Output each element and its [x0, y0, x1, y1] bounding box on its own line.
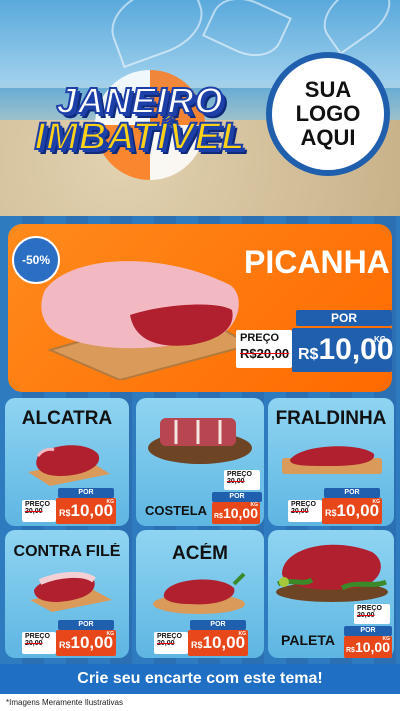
preco-label: PREÇO — [25, 501, 50, 508]
title-line-2: IMBATÍVEL — [34, 115, 246, 159]
unit-label: KG — [374, 335, 386, 344]
preco-box: PREÇO 20,00 — [224, 470, 260, 490]
alcatra-meat-icon — [28, 445, 110, 486]
unit-label: KG — [372, 499, 381, 505]
currency-label: R$ — [214, 513, 223, 520]
costela-meat-icon — [148, 418, 252, 464]
currency-label: R$ — [59, 640, 71, 650]
preco-box: PREÇO 20,00 — [288, 500, 322, 522]
currency-label: R$ — [346, 647, 355, 654]
logo-line-3: AQUI — [300, 125, 356, 150]
unit-label: KG — [250, 502, 259, 508]
price-box: R$10,00 KG — [292, 328, 394, 372]
unit-label: KG — [106, 631, 115, 637]
price-box: R$10,00 KG — [322, 498, 382, 524]
preco-label: PREÇO — [357, 605, 382, 612]
logo-placeholder: SUA LOGO AQUI — [266, 52, 390, 176]
old-price: R$20,00 — [240, 346, 290, 361]
old-price: 20,00 — [25, 508, 43, 515]
price-box: R$10,00 KG — [344, 636, 392, 658]
price-box: R$10,00 KG — [188, 630, 248, 656]
product-name: FRALDINHA — [275, 408, 387, 429]
old-price: 20,00 — [25, 640, 43, 647]
palm-leaf-decoration — [202, 0, 292, 68]
preco-label: PREÇO — [240, 332, 280, 344]
preco-label: PREÇO — [227, 471, 252, 478]
preco-label: PREÇO — [291, 501, 316, 508]
logo-line-2: LOGO — [295, 101, 361, 126]
fraldinha-meat-icon — [282, 446, 382, 474]
product-name: PALETA — [281, 632, 335, 648]
product-name: CONTRA FILÉ — [13, 543, 121, 560]
price-box: R$10,00 KG — [212, 502, 260, 524]
currency-label: R$ — [298, 346, 319, 363]
disclaimer-text: *Imagens Meramente Ilustrativas — [0, 694, 400, 711]
currency-label: R$ — [191, 640, 203, 650]
logo-line-1: SUA — [304, 77, 352, 102]
unit-label: KG — [106, 499, 115, 505]
price-box: R$10,00 KG — [56, 498, 116, 524]
palm-leaf-decoration — [101, 0, 213, 69]
preco-label: PREÇO — [25, 633, 50, 640]
preco-box: PREÇO R$20,00 — [236, 330, 292, 368]
contra-file-meat-icon — [30, 572, 112, 612]
unit-label: KG — [238, 631, 247, 637]
unit-label: KG — [382, 636, 391, 642]
old-price: 20,00 — [357, 612, 375, 619]
product-name: ALCATRA — [21, 408, 113, 429]
palm-leaf-decoration — [312, 0, 400, 55]
currency-label: R$ — [59, 508, 71, 518]
product-name: COSTELA — [144, 503, 208, 518]
hero-banner: JANEIRO IMBATÍVEL SUA LOGO AQUI — [0, 0, 400, 216]
preco-box: PREÇO 20,00 — [154, 632, 188, 654]
paleta-meat-icon — [276, 544, 388, 602]
page-title: JANEIRO IMBATÍVEL — [22, 79, 258, 159]
preco-label: PREÇO — [157, 633, 182, 640]
currency-label: R$ — [325, 508, 337, 518]
product-name: ACÉM — [172, 543, 228, 564]
old-price: 20,00 — [291, 508, 309, 515]
picanha-meat-icon — [41, 261, 253, 380]
acem-meat-icon — [153, 572, 246, 614]
price-box: R$10,00 KG — [56, 630, 116, 656]
preco-box: PREÇO 20,00 — [354, 604, 390, 624]
featured-product-name: PICANHA — [244, 244, 390, 280]
preco-box: PREÇO 20,00 — [22, 632, 56, 654]
old-price: 20,00 — [157, 640, 175, 647]
preco-box: PREÇO 20,00 — [22, 500, 56, 522]
create-flyer-button[interactable]: Crie seu encarte com este tema! — [0, 664, 400, 694]
old-price: 20,00 — [227, 478, 245, 485]
